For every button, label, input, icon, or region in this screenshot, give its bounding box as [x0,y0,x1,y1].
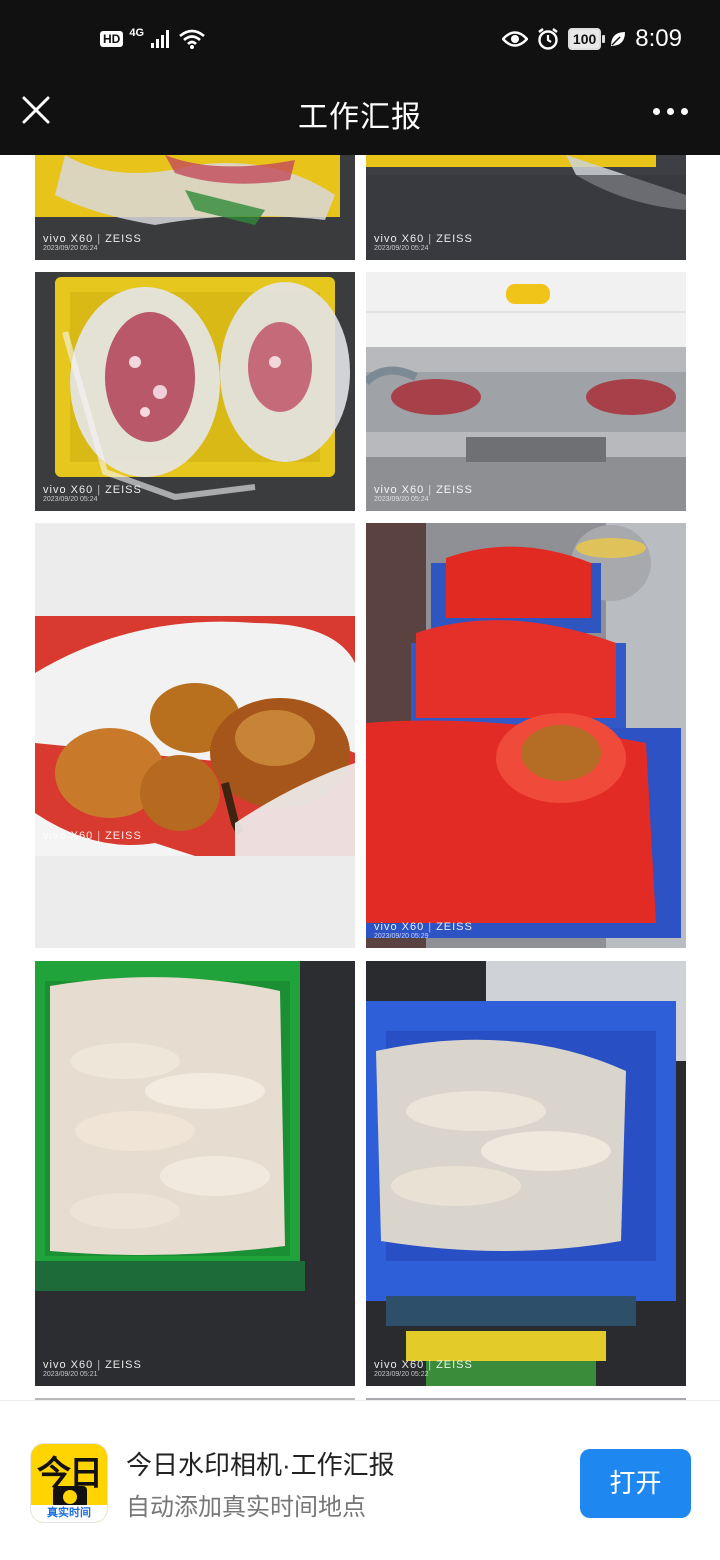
photo-watermark: vivo X60 | ZEISS 2023/09/20 05:24 [374,233,473,252]
watermark-lens: ZEISS [105,830,142,842]
open-app-button[interactable]: 打开 [580,1449,691,1518]
alarm-icon [538,28,558,50]
photo-tile[interactable]: vivo X60 | ZEISS 2023/09/20 05:24 [366,272,686,511]
photo-tile[interactable]: vivo X60 | ZEISS 2023/09/20 05:24 [35,272,355,511]
watermark-lens: ZEISS [105,1359,142,1371]
photo-image [35,272,355,511]
status-left: HD 4G [100,27,206,50]
watermark-brand: vivo X60 [43,233,94,245]
photo-image [35,961,355,1386]
leaf-icon [611,32,626,46]
watermark-brand: vivo X60 [374,484,425,496]
more-button[interactable] [653,108,688,115]
photo-tile[interactable]: vivo X60 | ZEISS 2023/09/20 05:24 [366,155,686,260]
eye-icon [501,31,528,47]
more-dot-icon [681,108,688,115]
watermark-date: 2023/09/20 05:24 [43,245,98,252]
photo-tile[interactable]: vivo X60 | ZEISS 2023/09/20 05:29 [366,523,686,948]
watermark-lens: ZEISS [436,233,473,245]
photo-watermark: vivo X60 | ZEISS 2023/09/20 05:29 [374,921,473,940]
app-icon[interactable]: 今日 真实时间 [30,1443,108,1523]
watermark-brand: vivo X60 [374,233,425,245]
photo-watermark: vivo X60 | ZEISS 2023/09/20 05:24 [374,484,473,503]
photo-image [366,961,686,1386]
photo-tile[interactable]: vivo X60 | ZEISS [35,523,355,948]
watermark-date: 2023/09/20 05:24 [374,245,429,252]
photo-watermark: vivo X60 | ZEISS 2023/09/20 05:22 [374,1359,473,1378]
page-title: 工作汇报 [298,101,422,134]
photo-watermark: vivo X60 | ZEISS 2023/09/20 05:24 [43,484,142,503]
network-type: 4G [129,27,145,39]
nav-bar: 工作汇报 [0,78,720,155]
battery-indicator: 100 [567,28,606,50]
more-dot-icon [667,108,674,115]
app-subtitle: 自动添加真实时间地点 [126,1494,366,1521]
watermark-lens: ZEISS [105,233,142,245]
photo-image [366,272,686,511]
wifi-icon [179,29,205,49]
watermark-lens: ZEISS [436,921,473,933]
watermark-date: 2023/09/20 05:22 [374,1371,429,1378]
photo-feed[interactable]: vivo X60 | ZEISS 2023/09/20 05:24 vivo X60… [0,155,720,1400]
photo-tile[interactable]: vivo X60 | ZEISS 2023/09/20 05:24 [35,155,355,260]
clock: 8:09 [635,25,682,52]
watermark-date: 2023/09/20 05:21 [43,1371,98,1378]
watermark-lens: ZEISS [436,1359,473,1371]
watermark-brand: vivo X60 [43,484,94,496]
photo-tile[interactable]: vivo X60 | ZEISS 2023/09/20 05:22 [366,961,686,1386]
status-bar: HD 4G 100 8:09 [0,0,720,78]
photo-image [35,523,355,948]
photo-image [366,523,686,948]
photo-watermark: vivo X60 | ZEISS 2023/09/20 05:21 [43,1359,142,1378]
watermark-brand: vivo X60 [43,1359,94,1371]
photo-tile[interactable]: vivo X60 | ZEISS 2023/09/20 05:21 [35,961,355,1386]
watermark-date: 2023/09/20 05:29 [374,933,429,940]
status-right: 100 8:09 [501,25,682,53]
photo-watermark: vivo X60 | ZEISS 2023/09/20 05:24 [43,233,142,252]
photo-watermark: vivo X60 | ZEISS [43,830,142,842]
app-promo-banner: 今日 真实时间 今日水印相机·工作汇报 自动添加真实时间地点 打开 [0,1400,720,1560]
signal-icon [151,30,170,48]
watermark-lens: ZEISS [105,484,142,496]
watermark-lens: ZEISS [436,484,473,496]
app-icon-caption: 真实时间 [31,1505,107,1522]
watermark-brand: vivo X60 [374,1359,425,1371]
app-title: 今日水印相机·工作汇报 [126,1450,395,1480]
more-dot-icon [653,108,660,115]
hd-badge: HD [100,31,124,47]
watermark-brand: vivo X60 [374,921,425,933]
watermark-date: 2023/09/20 05:24 [43,496,98,503]
watermark-brand: vivo X60 [43,830,94,842]
watermark-date: 2023/09/20 05:24 [374,496,429,503]
